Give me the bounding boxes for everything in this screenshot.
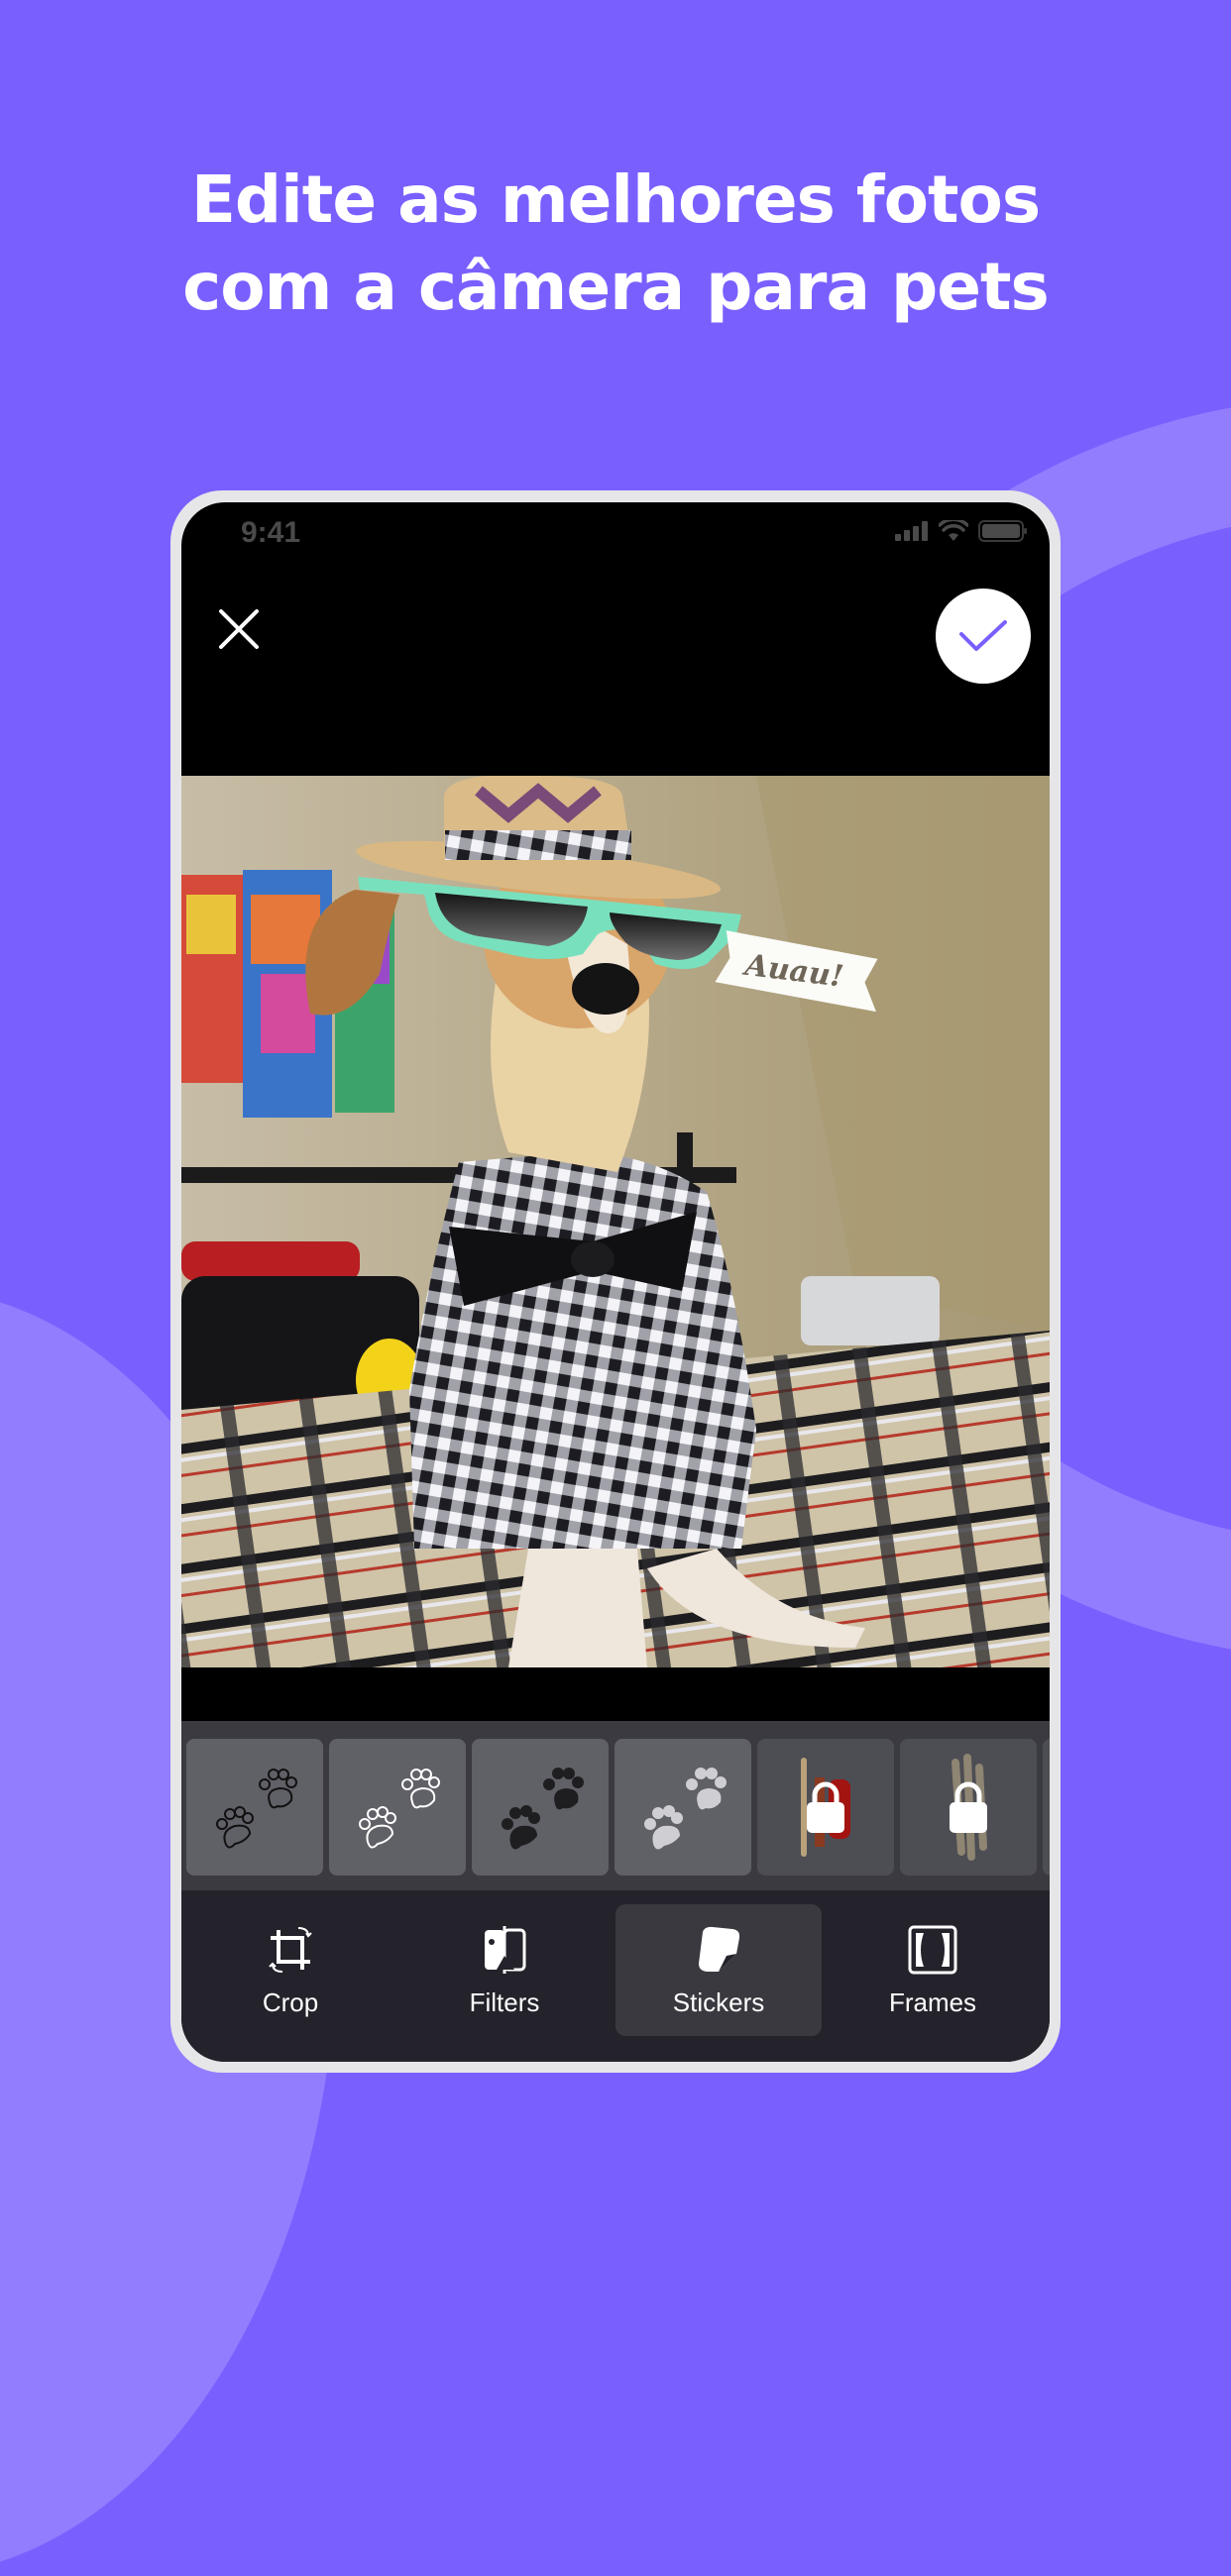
tab-frames-label: Frames xyxy=(888,1987,977,2017)
filters-icon xyxy=(485,1926,526,1974)
tab-stickers-label: Stickers xyxy=(672,1987,765,2017)
sticker-thumb-paws-solid-black[interactable] xyxy=(472,1739,609,1876)
wifi-icon xyxy=(939,520,968,541)
checkmark-icon xyxy=(959,620,1007,651)
sticker-tray xyxy=(181,1721,1050,1890)
tab-crop[interactable]: Crop xyxy=(187,1904,393,2036)
dog-photo: Auau! xyxy=(181,776,1050,1667)
tab-stickers[interactable]: Stickers xyxy=(616,1904,822,2036)
sticker-thumb-sticks-locked[interactable] xyxy=(900,1739,1037,1876)
sticker-thumb-paws-solid-grey[interactable] xyxy=(615,1739,751,1876)
status-time: 9:41 xyxy=(241,516,301,549)
phone-frame: 9:41 Auau! Crop Filters Stickers Frames xyxy=(170,490,1061,2073)
sticker-thumb-partial[interactable] xyxy=(1043,1739,1050,1876)
editor-tab-bar: Crop Filters Stickers Frames xyxy=(181,1890,1050,2062)
sticker-thumb-paws-outline-white[interactable] xyxy=(329,1739,466,1876)
paw-prints-icon xyxy=(359,1769,440,1849)
sticker-icon xyxy=(699,1926,740,1972)
tab-frames[interactable]: Frames xyxy=(830,1904,1036,2036)
battery-icon xyxy=(978,520,1027,542)
lock-icon xyxy=(807,1781,844,1833)
confirm-button[interactable] xyxy=(936,589,1031,684)
paw-prints-icon xyxy=(644,1768,727,1850)
close-icon xyxy=(219,609,259,649)
sticker-thumb-paws-outline-black[interactable] xyxy=(186,1739,323,1876)
signal-icon xyxy=(895,521,928,541)
promo-headline: Edite as melhores fotos com a câmera par… xyxy=(0,157,1231,331)
close-button[interactable] xyxy=(217,607,261,651)
tab-crop-label: Crop xyxy=(262,1987,319,2017)
tab-filters-label: Filters xyxy=(469,1987,540,2017)
headline-line-1: Edite as melhores fotos xyxy=(190,161,1041,238)
status-icons xyxy=(895,520,1028,542)
phone-screen: 9:41 Auau! Crop Filters Stickers Frames xyxy=(181,502,1050,2062)
lock-icon xyxy=(950,1781,987,1833)
sticker-thumb-treats-locked[interactable] xyxy=(757,1739,894,1876)
paw-prints-icon xyxy=(216,1769,297,1849)
tab-filters[interactable]: Filters xyxy=(401,1904,608,2036)
frame-icon xyxy=(908,1925,957,1975)
headline-line-2: com a câmera para pets xyxy=(182,249,1050,325)
paw-prints-icon xyxy=(502,1768,584,1850)
photo-canvas[interactable]: Auau! xyxy=(181,776,1050,1667)
crop-icon xyxy=(269,1927,312,1973)
